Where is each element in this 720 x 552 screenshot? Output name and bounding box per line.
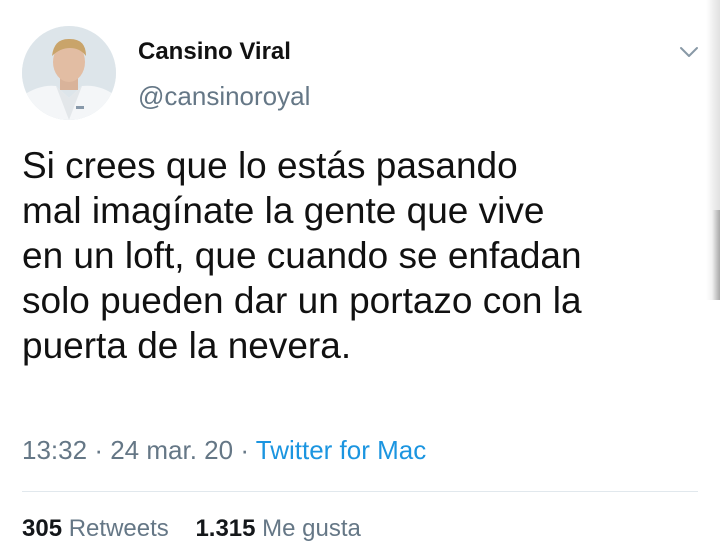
tweet-text-line: en un loft, que cuando se enfadan	[22, 235, 582, 276]
cropped-previous-content	[0, 0, 720, 4]
likes-label: Me gusta	[262, 515, 361, 542]
tweet-text-line: Si crees que lo estás pasando	[22, 145, 518, 186]
likes-count: 1.315	[195, 515, 256, 542]
tweet-text-line: solo pueden dar un portazo con la	[22, 280, 582, 321]
author-avatar[interactable]	[22, 26, 116, 120]
tweet-time[interactable]: 13:32	[22, 435, 87, 465]
tweet-text-line: puerta de la nevera.	[22, 325, 352, 366]
likes-stat[interactable]: 1.315 Me gusta	[195, 515, 360, 542]
tweet-source-link[interactable]: Twitter for Mac	[256, 435, 426, 465]
retweets-label: Retweets	[68, 515, 169, 542]
person-in-white-coat-avatar-icon	[22, 26, 116, 120]
chevron-down-icon[interactable]	[675, 40, 703, 64]
tweet-text: Si crees que lo estás pasando mal imagín…	[22, 143, 702, 368]
tweet-date[interactable]: 24 mar. 20	[110, 435, 233, 465]
meta-separator: ·	[240, 435, 249, 465]
tweet-meta: 13:32 · 24 mar. 20 · Twitter for Mac	[22, 435, 426, 466]
author-handle[interactable]: @cansinoroyal	[138, 81, 310, 112]
retweets-count: 305	[22, 515, 63, 542]
tweet-header: Cansino Viral @cansinoroyal	[22, 26, 702, 122]
retweets-stat[interactable]: 305 Retweets	[22, 515, 169, 542]
tweet-stats: 305 Retweets 1.315 Me gusta	[22, 515, 361, 543]
divider	[22, 491, 698, 492]
meta-separator: ·	[94, 435, 103, 465]
scrollbar-shadow	[712, 210, 720, 300]
tweet-text-line: mal imagínate la gente que vive	[22, 190, 545, 231]
author-display-name[interactable]: Cansino Viral	[138, 38, 291, 66]
